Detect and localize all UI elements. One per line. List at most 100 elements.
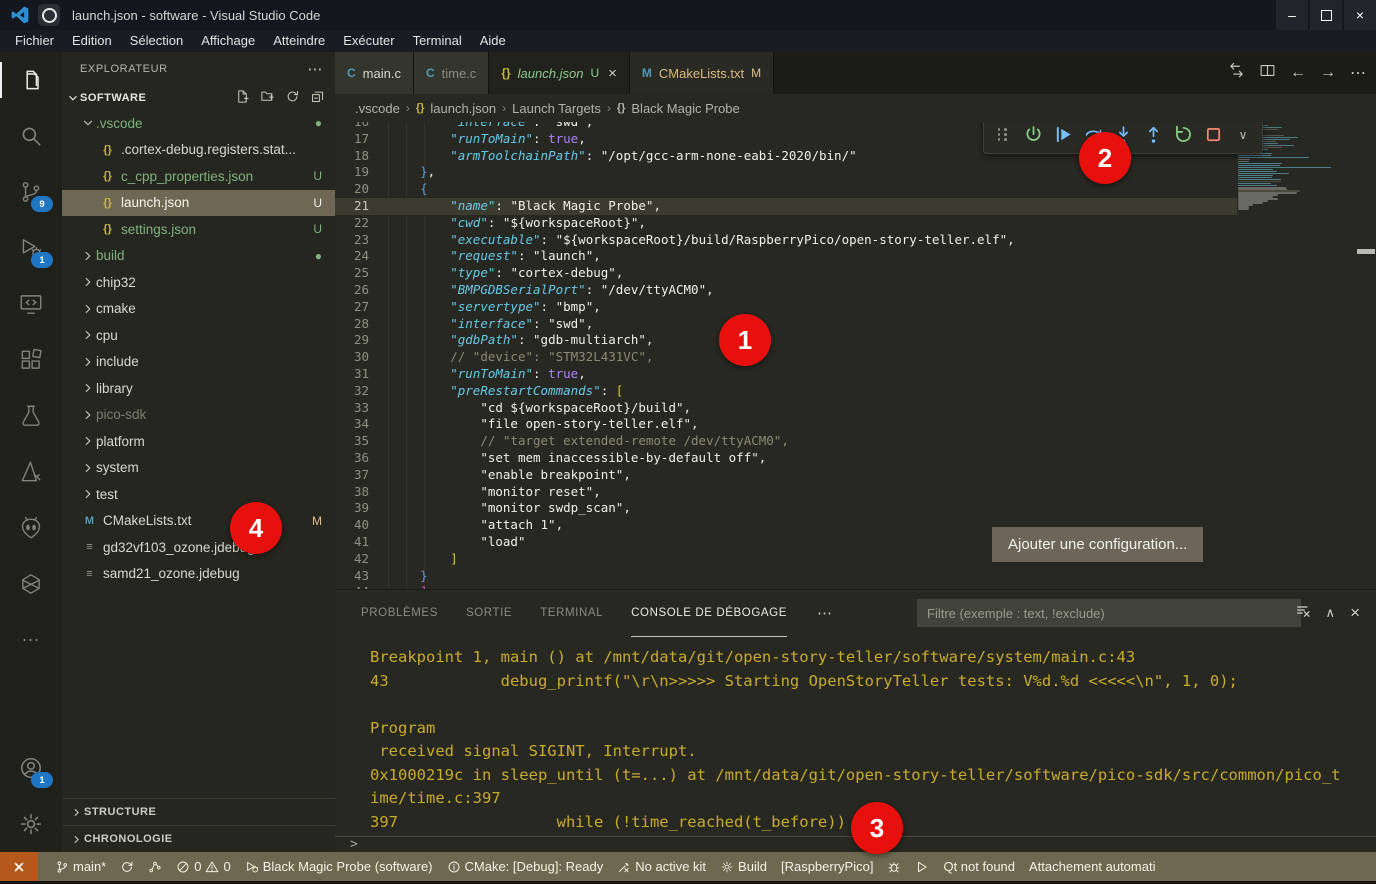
debug-continue-button[interactable] [1050,122,1076,149]
tree-item-c-cpp-properties-json[interactable]: {}c_cpp_properties.jsonU [62,163,335,190]
debug-restart-button[interactable] [1170,122,1196,149]
panel-action-close[interactable]: × [1350,603,1360,623]
tree-item-include[interactable]: include [62,349,335,376]
activity-cmake[interactable] [0,444,62,500]
line-number[interactable]: 37 [335,467,369,484]
section-chronologie[interactable]: CHRONOLOGIE [62,825,335,852]
tree-item-system[interactable]: system [62,455,335,482]
line-number[interactable]: 38 [335,484,369,501]
menu-edition[interactable]: Edition [63,30,121,52]
menu-affichage[interactable]: Affichage [192,30,264,52]
activity-source-control[interactable]: 9 [0,164,62,220]
line-number[interactable]: 30 [335,349,369,366]
debug-filter-input[interactable] [917,599,1301,627]
activity-extensions[interactable] [0,332,62,388]
breadcrumb[interactable]: .vscode›{}launch.json›Launch Targets›{}B… [335,94,1376,122]
activity-settings[interactable] [0,796,62,852]
editor-action-compare[interactable] [1228,62,1245,84]
line-number[interactable]: 23 [335,232,369,249]
action-new-file[interactable] [235,89,250,107]
remote-indicator[interactable] [0,852,38,881]
line-number[interactable]: 24 [335,248,369,265]
panel-tab-console-de-débogage[interactable]: CONSOLE DE DÉBOGAGE [631,590,787,637]
status-item-kit[interactable]: No active kit [617,859,706,874]
status-item-launch-target[interactable] [915,860,929,874]
breadcrumb-item[interactable]: launch.json [430,101,496,116]
line-number[interactable]: 29 [335,332,369,349]
tab-launch-json[interactable]: {}launch.jsonU× [489,52,630,94]
panel-more-button[interactable]: ⋯ [817,604,832,622]
tree-item-launch-json[interactable]: {}launch.jsonU [62,190,335,217]
panel-action-clear[interactable] [1295,603,1311,624]
tree-item-samd21-ozone-jdebug[interactable]: ≡samd21_ozone.jdebug [62,561,335,588]
breadcrumb-item[interactable]: Launch Targets [512,101,601,116]
tree-item-cmakelists-txt[interactable]: MCMakeLists.txtM [62,508,335,535]
tree-item-pico-sdk[interactable]: pico-sdk [62,402,335,429]
activity-accounts[interactable]: 1 [0,740,62,796]
line-number[interactable]: 27 [335,299,369,316]
status-item-sync[interactable] [120,860,134,874]
line-number[interactable]: 36 [335,450,369,467]
line-number[interactable]: 16 [335,122,369,131]
tab-main-c[interactable]: Cmain.c [335,52,414,94]
debug-chevron-button[interactable]: ∨ [1230,122,1256,149]
action-new-folder[interactable] [260,89,275,107]
line-number[interactable]: 18 [335,148,369,165]
recorder-icon[interactable] [38,4,60,26]
panel-tab-terminal[interactable]: TERMINAL [540,590,603,637]
tab-cmakelists-txt[interactable]: MCMakeLists.txtM [630,52,774,94]
code-editor[interactable]: 16 "interface": "swd",17 "runToMain": tr… [335,122,1237,589]
line-number[interactable]: 40 [335,517,369,534]
activity-more-views[interactable]: ⋯ [0,612,62,668]
tree-item-build[interactable]: build● [62,243,335,270]
editor-action-more[interactable]: ⋯ [1350,63,1366,83]
line-number[interactable]: 34 [335,416,369,433]
tree-item-cpu[interactable]: cpu [62,322,335,349]
line-number[interactable]: 17 [335,131,369,148]
tab-time-c[interactable]: Ctime.c [414,52,489,94]
line-number[interactable]: 28 [335,316,369,333]
panel-tab-sortie[interactable]: SORTIE [466,590,512,637]
tree-item-platform[interactable]: platform [62,428,335,455]
activity-remote-explorer[interactable] [0,276,62,332]
line-number[interactable]: 42 [335,551,369,568]
tree-item--cortex-debug-registers-stat-[interactable]: {}.cortex-debug.registers.stat... [62,137,335,164]
debug-step-out-button[interactable] [1140,122,1166,149]
status-item-build[interactable]: Build [720,859,767,874]
status-item-auto-attach[interactable]: Attachement automati [1029,859,1155,874]
tree-item-library[interactable]: library [62,375,335,402]
line-number[interactable]: 26 [335,282,369,299]
status-item-qt[interactable]: Qt not found [943,859,1015,874]
status-item-debug-target[interactable] [887,860,901,874]
action-collapse-all[interactable] [310,89,325,107]
debug-toolbar-grip[interactable] [990,122,1016,149]
panel-tab-problèmes[interactable]: PROBLÈMES [361,590,438,637]
action-refresh[interactable] [285,89,300,107]
menu-atteindre[interactable]: Atteindre [264,30,334,52]
activity-search[interactable] [0,108,62,164]
activity-explorer[interactable] [0,52,62,108]
tree-item-gd32vf103-ozone-jdebug[interactable]: ≡gd32vf103_ozone.jdebug [62,534,335,561]
status-item-problems[interactable]: 00 [176,859,230,874]
activity-platformio[interactable] [0,500,62,556]
explorer-more-button[interactable]: ⋯ [307,60,323,78]
line-number[interactable]: 20 [335,181,369,198]
line-number[interactable]: 25 [335,265,369,282]
close-icon[interactable]: × [608,65,617,82]
status-item-cmake-status[interactable]: CMake: [Debug]: Ready [447,859,604,874]
activity-memory-view[interactable] [0,556,62,612]
line-number[interactable]: 41 [335,534,369,551]
breadcrumb-item[interactable]: .vscode [355,101,400,116]
editor-action-split[interactable] [1259,62,1276,84]
tree-item-settings-json[interactable]: {}settings.jsonU [62,216,335,243]
maximize-button[interactable] [1310,0,1342,30]
editor-action-back[interactable]: ← [1290,64,1306,82]
tree-item-cmake[interactable]: cmake [62,296,335,323]
activity-run-and-debug[interactable]: 1 [0,220,62,276]
add-configuration-button[interactable]: Ajouter une configuration... [992,527,1203,562]
line-number[interactable]: 39 [335,500,369,517]
menu-aide[interactable]: Aide [471,30,515,52]
debug-stop-button[interactable] [1200,122,1226,149]
status-item-git-branch[interactable]: main* [55,859,106,874]
activity-testing[interactable] [0,388,62,444]
